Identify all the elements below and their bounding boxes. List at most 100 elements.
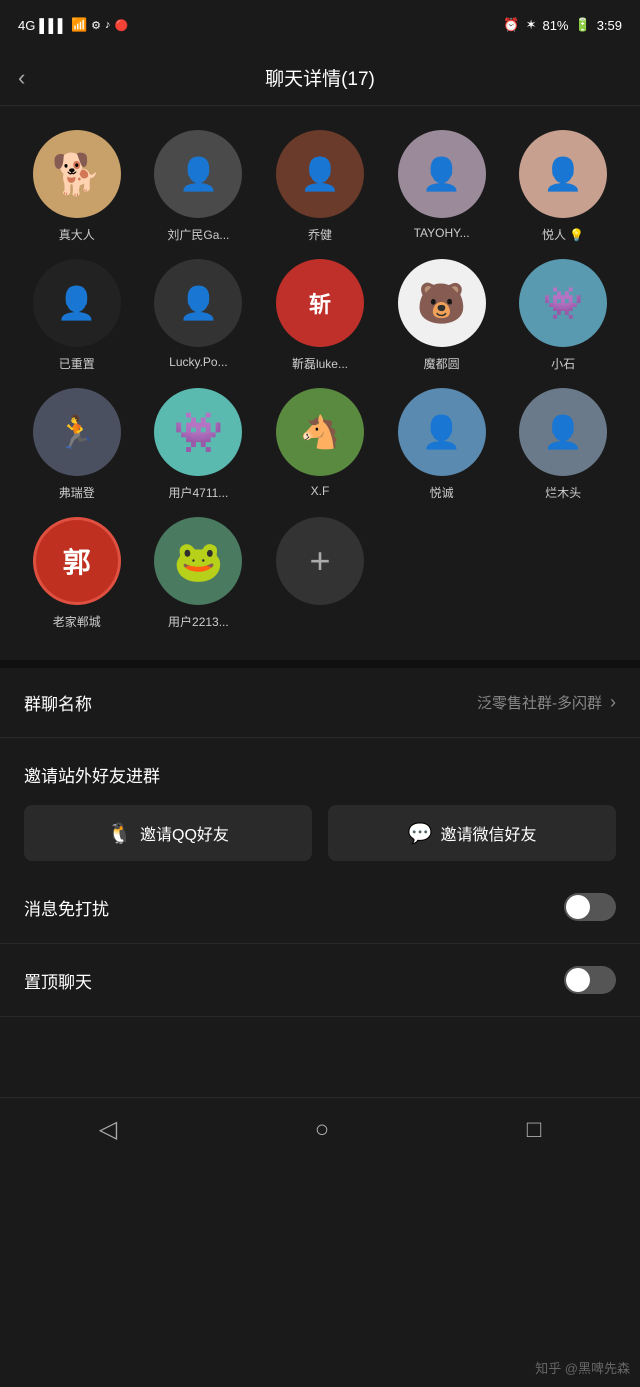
member-name: 靳磊luke... — [292, 355, 348, 372]
pin-chat-label: 置顶聊天 — [24, 968, 92, 993]
settings-section: 群聊名称 泛零售社群-多闪群 › 邀请站外好友进群 🐧 邀请QQ好友 💬 邀请微… — [0, 668, 640, 1017]
plus-icon: + — [309, 543, 330, 579]
section-divider — [0, 660, 640, 668]
member-name: 弗瑞登 — [59, 484, 95, 501]
add-member-button[interactable]: + — [276, 517, 364, 605]
header: ‹ 聊天详情(17) — [0, 50, 640, 106]
member-item[interactable]: 👾 用户4711... — [142, 388, 256, 501]
member-name: 用户4711... — [168, 484, 228, 501]
avatar: 👤 — [519, 388, 607, 476]
member-item[interactable]: 👤 已重置 — [20, 259, 134, 372]
group-name-row[interactable]: 群聊名称 泛零售社群-多闪群 › — [0, 668, 640, 738]
member-name: TAYOHY... — [414, 226, 470, 240]
bt-icon: ⚙ — [91, 19, 101, 32]
back-button[interactable]: ‹ — [18, 65, 25, 91]
signal-bars-icon: ▌▌▌ — [39, 18, 67, 33]
watermark: 知乎 @黑啤先森 — [535, 1358, 630, 1377]
member-item[interactable]: 🐕真大人 — [20, 130, 134, 243]
do-not-disturb-toggle[interactable] — [564, 893, 616, 921]
avatar: 🐻 — [398, 259, 486, 347]
member-item[interactable]: 👤 乔健 — [263, 130, 377, 243]
member-item[interactable]: 👾 小石 — [506, 259, 620, 372]
status-bar: 4G ▌▌▌ 📶 ⚙ ♪ 🔴 ⏰ ✶ 81% 🔋 3:59 — [0, 0, 640, 50]
time: 3:59 — [597, 18, 622, 33]
avatar: 👾 — [154, 388, 242, 476]
invite-section: 邀请站外好友进群 🐧 邀请QQ好友 💬 邀请微信好友 — [0, 738, 640, 871]
avatar: 👤 — [398, 388, 486, 476]
avatar: 🐸 — [154, 517, 242, 605]
avatar: 👤 — [154, 130, 242, 218]
tiktok-icon: ♪ — [105, 19, 111, 31]
pin-chat-toggle[interactable] — [564, 966, 616, 994]
battery-icon: 🔋 — [575, 17, 591, 33]
invite-wechat-label: 邀请微信好友 — [440, 821, 536, 845]
bottom-nav: ◁ ○ □ — [0, 1097, 640, 1161]
status-right: ⏰ ✶ 81% 🔋 3:59 — [503, 17, 622, 33]
member-item[interactable]: 🐸 用户2213... — [142, 517, 256, 630]
invite-wechat-button[interactable]: 💬 邀请微信好友 — [328, 805, 616, 861]
page-title: 聊天详情(17) — [265, 64, 375, 91]
invite-title: 邀请站外好友进群 — [24, 762, 616, 787]
avatar: 👾 — [519, 259, 607, 347]
avatar: 斩 — [276, 259, 364, 347]
nav-back-button[interactable]: ◁ — [99, 1115, 117, 1144]
member-item[interactable]: 🐴 X.F — [263, 388, 377, 501]
member-name: Lucky.Po... — [169, 355, 227, 369]
nav-home-button[interactable]: ○ — [315, 1116, 330, 1144]
avatar: 🐕 — [33, 130, 121, 218]
avatar: 郭 — [33, 517, 121, 605]
avatar: 👤 — [276, 130, 364, 218]
do-not-disturb-label: 消息免打扰 — [24, 895, 109, 920]
member-item[interactable]: 👤 悦人 💡 — [506, 130, 620, 243]
member-item[interactable]: 🏃 弗瑞登 — [20, 388, 134, 501]
member-item[interactable]: 👤 悦诚 — [385, 388, 499, 501]
member-name: 刘广民Ga... — [167, 226, 229, 243]
members-section: 🐕真大人👤刘广民Ga...👤乔健👤TAYOHY...👤悦人 💡👤已重置👤Luck… — [0, 106, 640, 640]
avatar: 👤 — [398, 130, 486, 218]
member-item[interactable]: 斩靳磊luke... — [263, 259, 377, 372]
member-item[interactable]: 👤 刘广民Ga... — [142, 130, 256, 243]
avatar: 🏃 — [33, 388, 121, 476]
invite-qq-label: 邀请QQ好友 — [140, 821, 229, 845]
member-item[interactable]: 👤 TAYOHY... — [385, 130, 499, 243]
toggle-knob — [566, 895, 590, 919]
group-name-value: 泛零售社群-多闪群 › — [477, 692, 616, 713]
alarm-icon: ⏰ — [503, 17, 519, 33]
toggle-knob-pin — [566, 968, 590, 992]
member-item[interactable]: 郭老家郸城 — [20, 517, 134, 630]
member-item[interactable]: 👤 Lucky.Po... — [142, 259, 256, 372]
member-name: 已重置 — [59, 355, 95, 372]
do-not-disturb-row: 消息免打扰 — [0, 871, 640, 944]
add-member-item[interactable]: + — [263, 517, 377, 630]
app-icon: 🔴 — [115, 19, 129, 32]
member-name: 悦人 💡 — [542, 226, 584, 243]
invite-qq-button[interactable]: 🐧 邀请QQ好友 — [24, 805, 312, 861]
member-name: 烂木头 — [545, 484, 581, 501]
avatar: 👤 — [519, 130, 607, 218]
bluetooth-icon: ✶ — [526, 17, 537, 33]
avatar: 👤 — [154, 259, 242, 347]
chevron-right-icon: › — [610, 692, 616, 713]
qq-icon: 🐧 — [107, 821, 132, 846]
battery-text: 81% — [542, 18, 568, 33]
pin-chat-row: 置顶聊天 — [0, 944, 640, 1017]
signal-text: 4G — [18, 18, 35, 33]
avatar: 👤 — [33, 259, 121, 347]
wechat-icon: 💬 — [408, 821, 433, 846]
members-grid: 🐕真大人👤刘广民Ga...👤乔健👤TAYOHY...👤悦人 💡👤已重置👤Luck… — [20, 130, 620, 630]
invite-buttons: 🐧 邀请QQ好友 💬 邀请微信好友 — [24, 805, 616, 861]
member-name: 悦诚 — [430, 484, 454, 501]
member-name: X.F — [311, 484, 330, 498]
group-name-label: 群聊名称 — [24, 690, 92, 715]
wifi-icon: 📶 — [71, 17, 87, 33]
nav-recent-button[interactable]: □ — [527, 1116, 542, 1144]
member-name: 用户2213... — [168, 613, 229, 630]
member-name: 乔健 — [308, 226, 332, 243]
member-name: 魔都圆 — [424, 355, 460, 372]
member-name: 小石 — [551, 355, 575, 372]
group-name-text: 泛零售社群-多闪群 — [477, 692, 602, 713]
member-item[interactable]: 👤 烂木头 — [506, 388, 620, 501]
member-item[interactable]: 🐻 魔都圆 — [385, 259, 499, 372]
member-name: 老家郸城 — [53, 613, 101, 630]
avatar: 🐴 — [276, 388, 364, 476]
